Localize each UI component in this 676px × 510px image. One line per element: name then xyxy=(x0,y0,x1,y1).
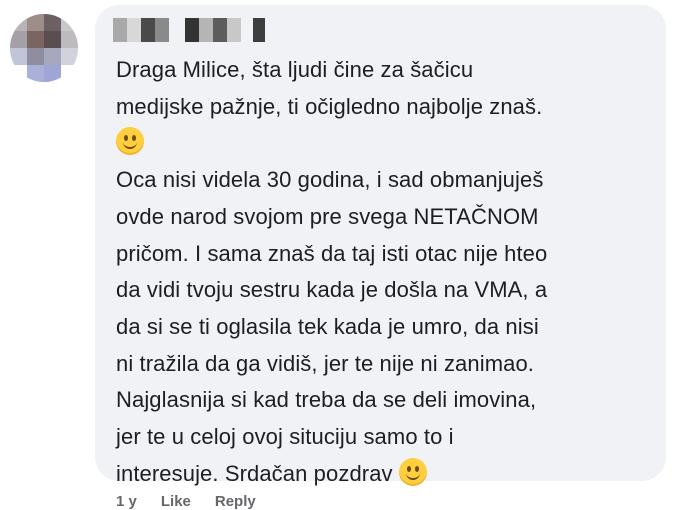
like-button[interactable]: Like xyxy=(161,493,191,510)
comment-line: Najglasnija si kad treba da se deli imov… xyxy=(116,387,537,413)
comment-line-last: interesuje. Srdačan pozdrav xyxy=(116,456,661,493)
comment-line: ni tražila da ga vidiš, jer te nije ni z… xyxy=(116,350,535,376)
comment-line: da vidi tvoju sestru kada je došla na VM… xyxy=(116,277,548,303)
comment-time[interactable]: 1 y xyxy=(116,493,137,510)
comment-line: jer te u celoj ovoj situciju samo to i xyxy=(116,424,454,450)
comment-line: ovde narod svojom pre svega NETAČNOM xyxy=(116,203,539,229)
comment-line: medijske pažnje, ti očigledno najbolje z… xyxy=(116,93,543,119)
reply-button[interactable]: Reply xyxy=(215,493,256,510)
comment-actions: 1 y Like Reply xyxy=(116,493,256,510)
avatar[interactable] xyxy=(10,14,78,82)
author-name-redacted[interactable] xyxy=(113,18,279,42)
comment-line: Draga Milice, šta ljudi čine za šačicu xyxy=(116,57,474,82)
comment-line: Oca nisi videla 30 godina, i sad obmanju… xyxy=(116,167,544,193)
comment-line: da si se ti oglasila tek kada je umro, d… xyxy=(116,313,539,339)
smiling-face-emoji-icon xyxy=(116,127,144,156)
smiling-face-emoji-icon xyxy=(398,457,427,486)
comment-line-text: interesuje. Srdačan pozdrav xyxy=(116,460,393,486)
comment-line: pričom. I sama znaš da taj isti otac nij… xyxy=(116,240,548,266)
comment-line-emoji xyxy=(116,125,661,162)
comment-text: Draga Milice, šta ljudi čine za šačicu m… xyxy=(116,52,661,492)
